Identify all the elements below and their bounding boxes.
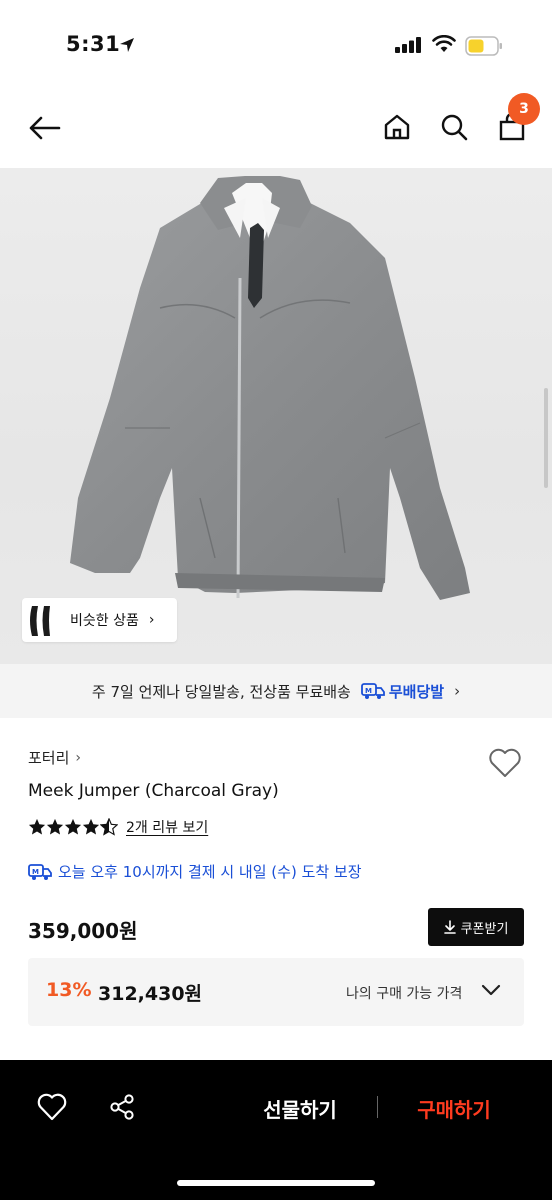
truck-icon: M bbox=[28, 863, 52, 880]
signal-icon bbox=[395, 37, 421, 53]
star-rating bbox=[28, 818, 118, 836]
home-indicator bbox=[177, 1180, 375, 1186]
similar-chevron-icon: › bbox=[148, 612, 155, 628]
free-shipping-label: 무배당발 bbox=[388, 682, 445, 701]
banner-chevron-icon: › bbox=[454, 682, 461, 700]
star-icon bbox=[28, 818, 46, 835]
share-button[interactable] bbox=[104, 1090, 140, 1124]
download-icon bbox=[443, 920, 456, 934]
nav-bar bbox=[0, 90, 552, 168]
arrival-guarantee-text: 오늘 오후 10시까지 결제 시 내일 (수) 도착 보장 bbox=[58, 863, 362, 881]
my-price-label: 나의 구매 가능 가격 bbox=[346, 986, 463, 1002]
similar-product-thumbnail bbox=[30, 606, 50, 636]
discount-rate: 13% bbox=[46, 979, 92, 1001]
battery-icon bbox=[465, 36, 502, 56]
review-link[interactable]: 2개 리뷰 보기 bbox=[126, 817, 208, 837]
truck-icon: M bbox=[360, 683, 385, 699]
star-half-icon bbox=[100, 818, 118, 836]
image-scroll-indicator bbox=[544, 388, 548, 488]
brand-name: 포터리 bbox=[28, 749, 70, 767]
star-icon bbox=[64, 818, 82, 835]
product-name: Meek Jumper (Charcoal Gray) bbox=[28, 781, 279, 801]
product-image[interactable]: 비슷한 상품 › bbox=[0, 168, 552, 664]
delivery-banner[interactable]: 주 7일 언제나 당일발송, 전상품 무료배송 M 무배당발 › bbox=[0, 664, 552, 718]
arrival-guarantee: M 오늘 오후 10시까지 결제 시 내일 (수) 도착 보장 bbox=[28, 861, 362, 882]
delivery-text: 주 7일 언제나 당일발송, 전상품 무료배송 bbox=[91, 682, 351, 701]
back-button[interactable] bbox=[22, 110, 66, 146]
star-icon bbox=[82, 818, 100, 835]
rating-row: 2개 리뷰 보기 bbox=[28, 817, 208, 837]
search-button[interactable] bbox=[435, 108, 473, 146]
my-price-dropdown[interactable]: 13% 312,430원 나의 구매 가능 가격 bbox=[28, 958, 524, 1026]
similar-products-button[interactable]: 비슷한 상품 › bbox=[22, 598, 177, 642]
buy-button[interactable]: 구매하기 bbox=[396, 1088, 512, 1128]
cart-count-badge: 3 bbox=[508, 93, 540, 125]
coupon-button[interactable]: 쿠폰받기 bbox=[428, 908, 524, 946]
home-button[interactable] bbox=[378, 108, 416, 146]
chevron-down-icon bbox=[481, 984, 501, 996]
heart-icon bbox=[489, 748, 521, 777]
like-button[interactable] bbox=[34, 1090, 70, 1124]
status-time: 5:31 bbox=[66, 32, 121, 56]
bottom-action-bar: 선물하기 구매하기 bbox=[0, 1060, 552, 1200]
brand-link[interactable]: 포터리 › bbox=[28, 747, 81, 768]
home-icon bbox=[384, 114, 410, 140]
heart-icon bbox=[37, 1093, 67, 1121]
similar-products-label: 비슷한 상품 bbox=[70, 613, 139, 629]
search-icon bbox=[441, 114, 468, 141]
location-arrow-icon bbox=[120, 38, 134, 52]
coupon-label: 쿠폰받기 bbox=[460, 921, 509, 937]
original-price: 359,000원 bbox=[28, 919, 138, 943]
svg-text:M: M bbox=[365, 687, 372, 695]
brand-chevron-icon: › bbox=[75, 749, 82, 766]
svg-text:M: M bbox=[32, 868, 39, 876]
star-icon bbox=[46, 818, 64, 835]
gift-button[interactable]: 선물하기 bbox=[240, 1088, 360, 1128]
discount-price: 312,430원 bbox=[98, 983, 203, 1005]
status-bar: 5:31 bbox=[0, 0, 552, 90]
back-arrow-icon bbox=[29, 116, 61, 140]
wifi-icon bbox=[432, 35, 456, 52]
share-icon bbox=[110, 1094, 134, 1120]
bar-divider bbox=[377, 1096, 378, 1118]
wishlist-button[interactable] bbox=[486, 745, 524, 781]
jacket-photo bbox=[70, 176, 470, 600]
